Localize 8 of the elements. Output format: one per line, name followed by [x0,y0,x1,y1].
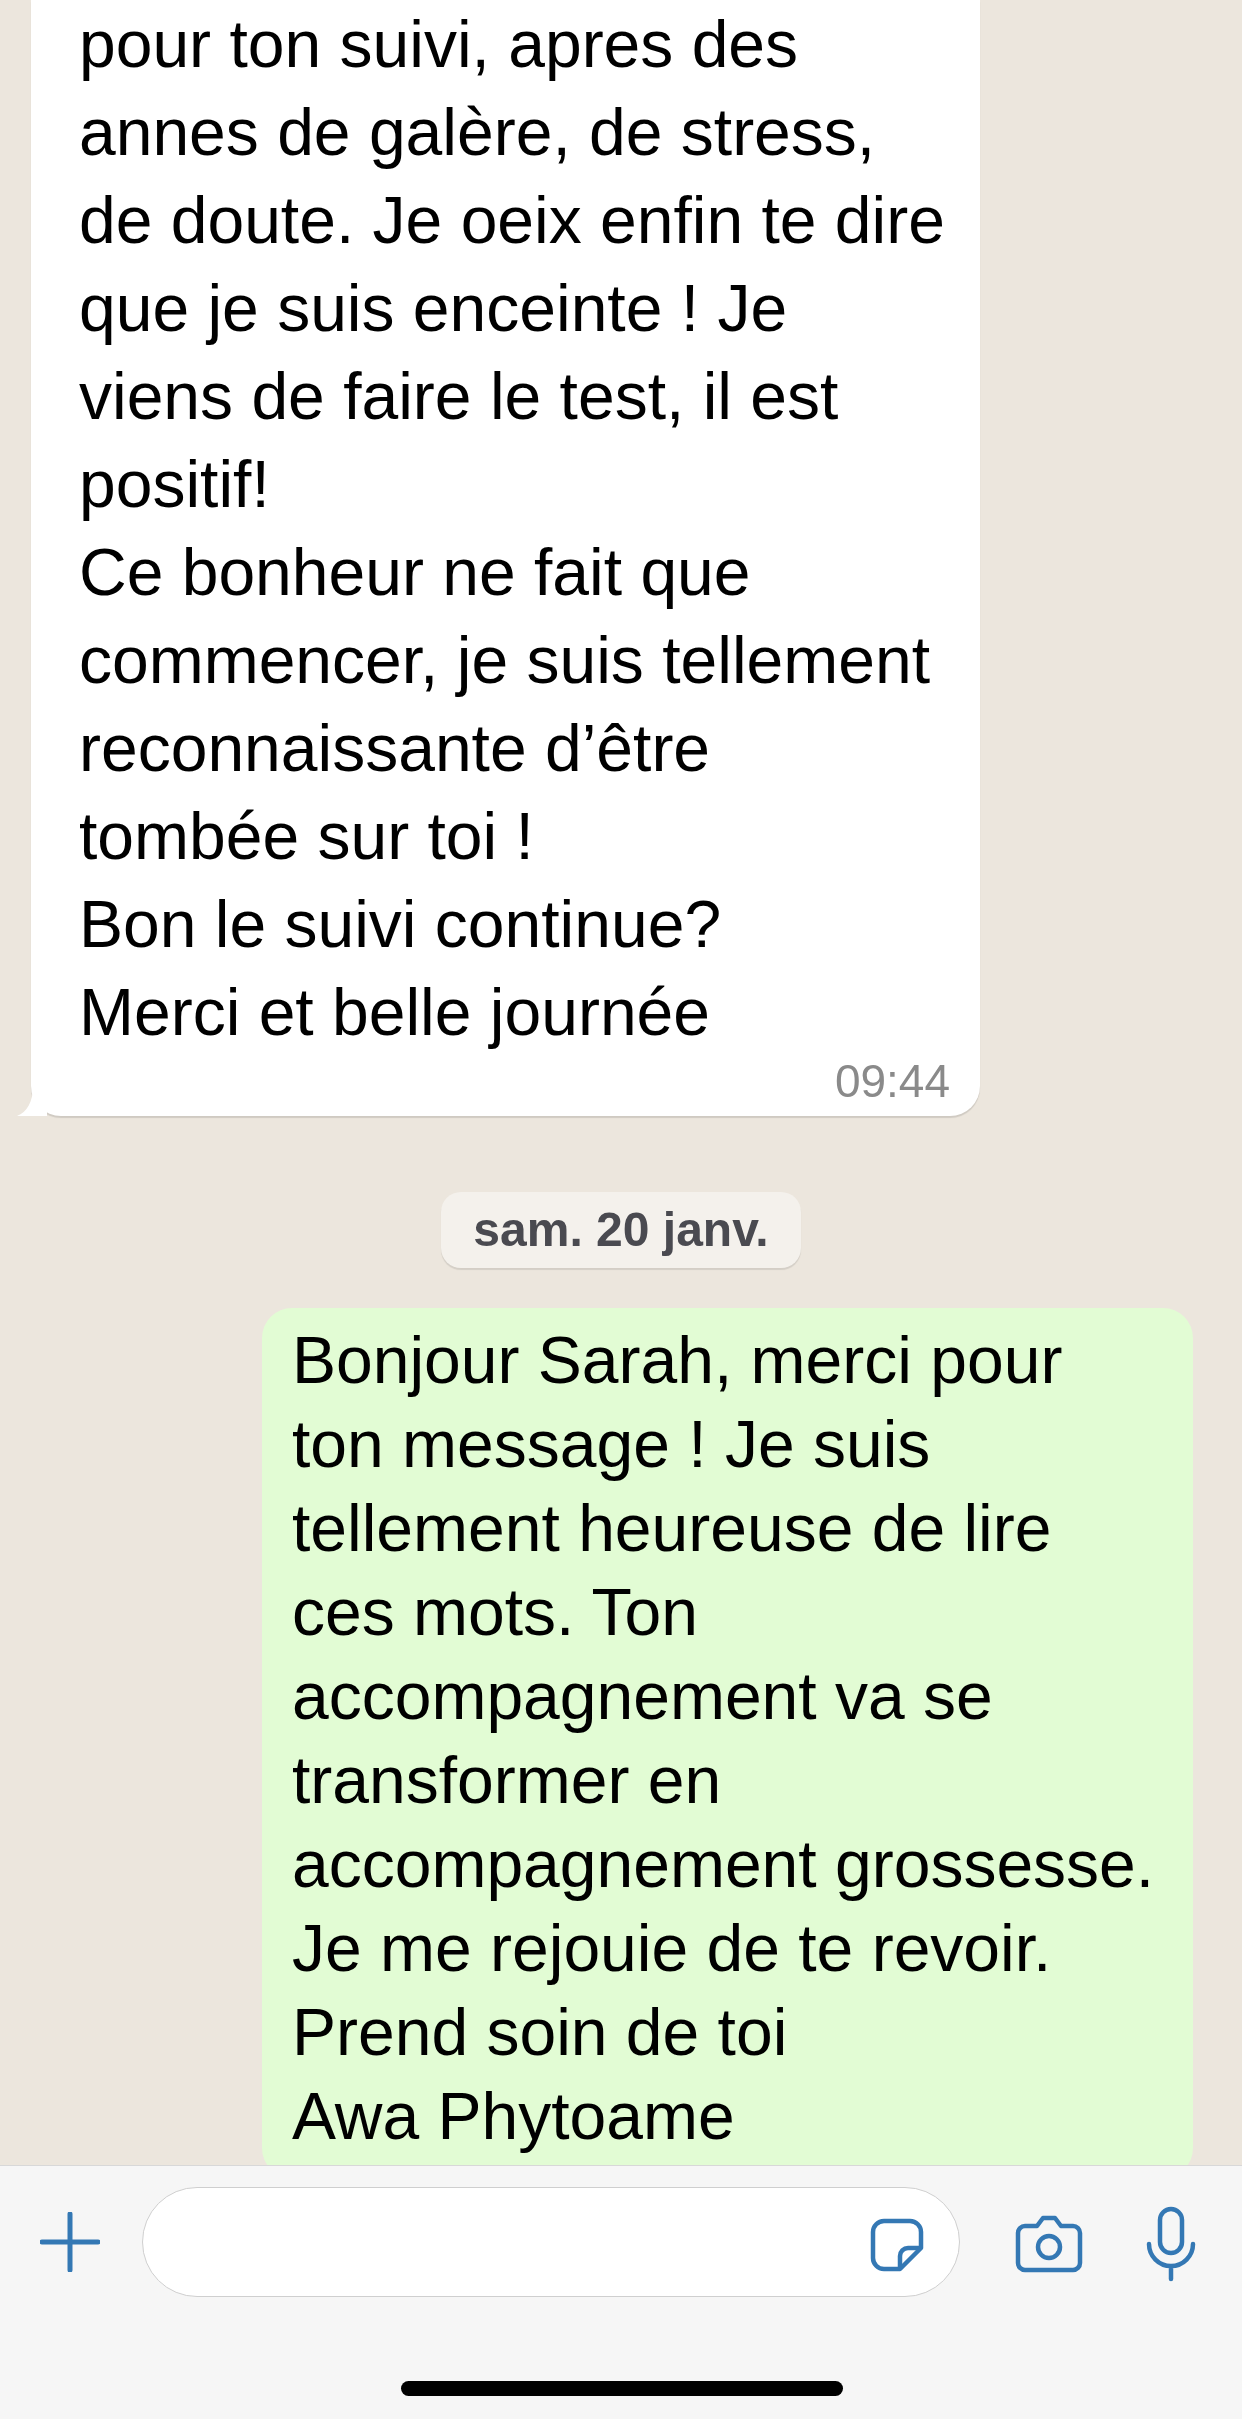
message-text: Bonjour Sarah, merci pour ton message ! Je suis tellement heureuse de lire ces mots. Ton accompagnement va se transformer en accompagnement grossesse. Je me rejouie de te revoir. Prend soin de toi Awa Phytoame [292,1322,1155,2155]
sticker-icon[interactable] [870,2218,924,2272]
date-label: sam. 20 janv. [441,1192,801,1268]
message-time: 09:44 [833,1056,950,1106]
add-icon[interactable] [40,2212,100,2272]
camera-icon[interactable] [1015,2214,1083,2274]
microphone-icon[interactable] [1145,2206,1197,2282]
message-text: pour ton suivi, apres des annes de galère, de stress, de doute. Je oeix enfin te dire que je suis enceinte ! Je viens de faire le test, il est positif! Ce bonheur ne fait que commencer, je suis tellement reconnaissante d’être tombée sur toi ! Bon le suivi continue? Merci et belle journée [79,6,945,1051]
